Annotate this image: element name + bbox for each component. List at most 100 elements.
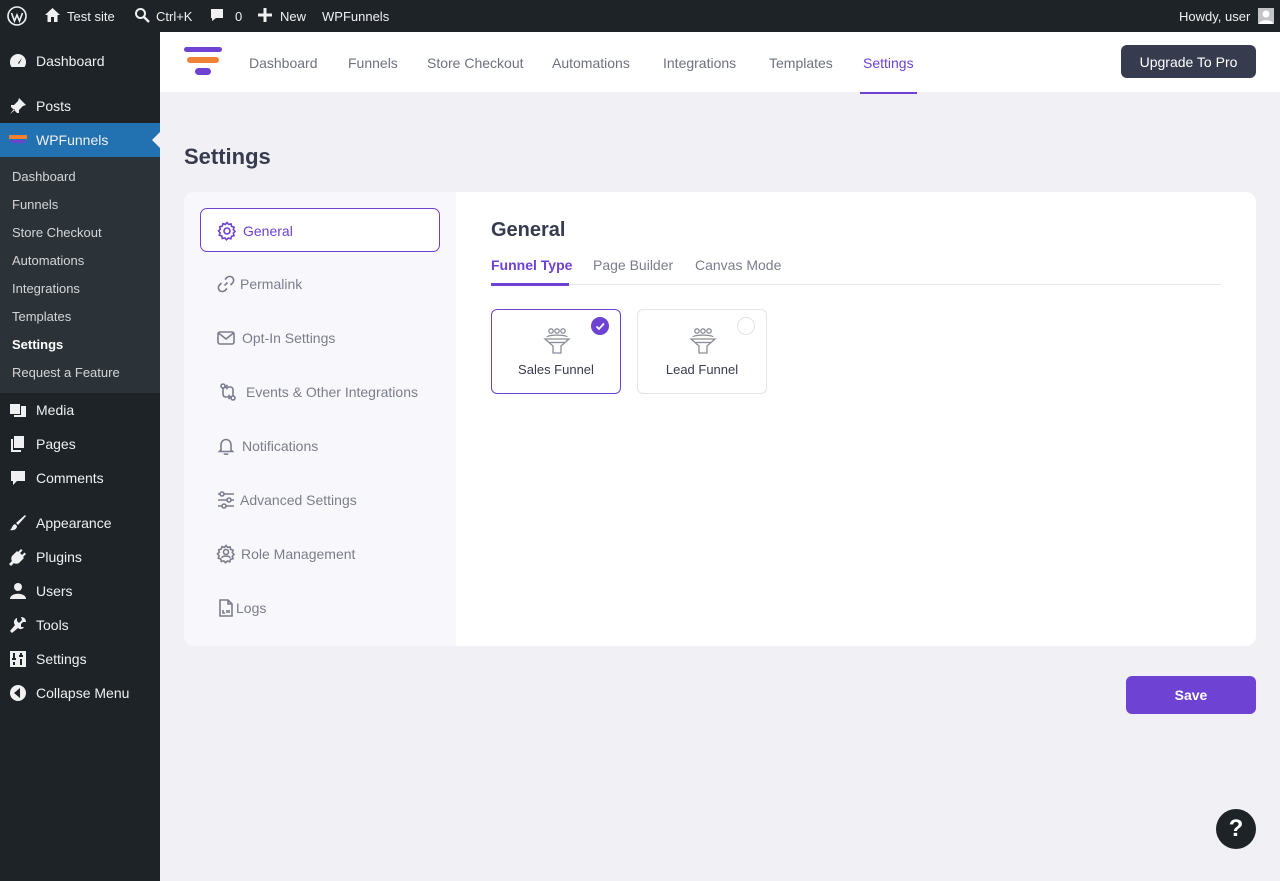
new-content-link[interactable]: New — [258, 0, 306, 32]
sidebar-item-pages[interactable]: Pages — [0, 427, 160, 461]
mail-icon — [216, 328, 236, 348]
home-icon — [44, 7, 61, 26]
funnel-type-card-lead[interactable]: Lead Funnel — [637, 309, 767, 394]
settings-tab-optin[interactable]: Opt-In Settings — [200, 316, 440, 360]
wpfunnels-submenu: Dashboard Funnels Store Checkout Automat… — [0, 157, 160, 393]
settings-tab-notifications[interactable]: Notifications — [200, 424, 440, 468]
comments-count: 0 — [235, 8, 243, 24]
settings-tab-label: Notifications — [242, 438, 319, 454]
sidebar-item-label: Comments — [36, 470, 104, 486]
inner-tab-funnel-type[interactable]: Funnel Type — [491, 257, 572, 273]
settings-tab-label: Opt-In Settings — [242, 330, 336, 346]
submenu-item-request-feature[interactable]: Request a Feature — [12, 365, 120, 380]
sidebar-item-dashboard[interactable]: Dashboard — [0, 44, 160, 78]
wordpress-logo-icon[interactable] — [7, 0, 27, 32]
dashboard-icon — [9, 52, 27, 70]
collapse-menu-button[interactable]: Collapse Menu — [0, 676, 160, 710]
nav-store-checkout[interactable]: Store Checkout — [427, 55, 524, 71]
sidebar-item-label: Posts — [36, 98, 72, 114]
sidebar-item-label: Users — [36, 583, 73, 599]
sidebar-item-label: Tools — [36, 617, 69, 633]
nav-templates[interactable]: Templates — [769, 55, 833, 71]
search-shortcut[interactable]: Ctrl+K — [134, 0, 192, 32]
submenu-item-dashboard[interactable]: Dashboard — [12, 169, 76, 184]
sliders-icon — [216, 490, 236, 510]
bell-icon — [216, 436, 236, 456]
user-icon — [9, 582, 27, 600]
save-button[interactable]: Save — [1126, 676, 1256, 714]
comment-icon — [209, 7, 225, 26]
sidebar-item-media[interactable]: Media — [0, 393, 160, 427]
media-icon — [9, 401, 27, 419]
help-button[interactable]: ? — [1216, 809, 1256, 849]
wpfunnels-admin-link[interactable]: WPFunnels — [322, 0, 389, 32]
search-shortcut-label: Ctrl+K — [156, 8, 193, 24]
collapse-icon — [9, 684, 27, 702]
nav-settings[interactable]: Settings — [863, 55, 914, 71]
funnel-icon — [542, 327, 572, 355]
wpfunnels-logo[interactable] — [184, 47, 222, 77]
submenu-item-funnels[interactable]: Funnels — [12, 197, 58, 212]
wpfunnels-icon — [9, 131, 27, 149]
settings-tab-permalink[interactable]: Permalink — [200, 262, 440, 306]
upgrade-to-pro-button[interactable]: Upgrade To Pro — [1121, 45, 1256, 78]
admin-sidebar: Dashboard Posts WPFunnels Dashboard Funn… — [0, 32, 160, 881]
inner-tab-canvas-mode[interactable]: Canvas Mode — [695, 257, 781, 273]
unselected-radio — [737, 317, 755, 335]
sidebar-item-label: Settings — [36, 651, 87, 667]
inner-tab-page-builder[interactable]: Page Builder — [593, 257, 673, 273]
search-icon — [134, 7, 150, 26]
avatar — [1258, 8, 1275, 24]
brush-icon — [9, 514, 27, 532]
sidebar-item-label: Media — [36, 402, 75, 418]
submenu-item-store-checkout[interactable]: Store Checkout — [12, 225, 102, 240]
sidebar-item-users[interactable]: Users — [0, 574, 160, 608]
settings-tab-label: Permalink — [240, 276, 303, 292]
funnel-type-label: Lead Funnel — [665, 362, 739, 377]
settings-tab-logs[interactable]: Logs — [200, 586, 440, 630]
file-icon — [216, 598, 236, 618]
sidebar-item-posts[interactable]: Posts — [0, 89, 160, 123]
comments-link[interactable]: 0 — [209, 0, 242, 32]
page-title: Settings — [184, 144, 271, 169]
nav-active-underline — [860, 92, 917, 94]
nav-automations[interactable]: Automations — [552, 55, 630, 71]
nav-funnels[interactable]: Funnels — [348, 55, 398, 71]
sidebar-item-label: Plugins — [36, 549, 82, 565]
plugin-top-nav: Dashboard Funnels Store Checkout Automat… — [160, 32, 1280, 94]
submenu-item-integrations[interactable]: Integrations — [12, 281, 80, 296]
sidebar-item-comments[interactable]: Comments — [0, 461, 160, 495]
funnel-type-label: Sales Funnel — [518, 362, 594, 377]
greeting-label: Howdy, user — [1179, 8, 1251, 24]
nav-integrations[interactable]: Integrations — [663, 55, 736, 71]
nav-dashboard[interactable]: Dashboard — [249, 55, 318, 71]
comment-icon — [9, 469, 27, 487]
settings-tab-label: Role Management — [241, 546, 356, 562]
integration-icon — [218, 382, 238, 402]
link-icon — [216, 274, 236, 294]
my-account-link[interactable]: Howdy, user — [1179, 0, 1275, 32]
submenu-item-templates[interactable]: Templates — [12, 309, 71, 324]
funnel-icon — [688, 327, 718, 355]
funnel-type-card-sales[interactable]: Sales Funnel — [491, 309, 621, 394]
pin-icon — [9, 97, 27, 115]
sidebar-item-plugins[interactable]: Plugins — [0, 540, 160, 574]
submenu-item-settings[interactable]: Settings — [12, 337, 63, 352]
site-name-link[interactable]: Test site — [44, 0, 115, 32]
sidebar-item-wpfunnels[interactable]: WPFunnels — [0, 123, 160, 157]
submenu-item-automations[interactable]: Automations — [12, 253, 84, 268]
sidebar-item-settings[interactable]: Settings — [0, 642, 160, 676]
settings-tab-general[interactable]: General — [200, 208, 440, 252]
user-gear-icon — [216, 544, 236, 564]
settings-tab-label: Logs — [236, 600, 267, 616]
sidebar-item-appearance[interactable]: Appearance — [0, 506, 160, 540]
sidebar-item-tools[interactable]: Tools — [0, 608, 160, 642]
settings-tab-role-management[interactable]: Role Management — [200, 532, 440, 576]
inner-tab-active-underline — [491, 283, 569, 286]
settings-tab-advanced[interactable]: Advanced Settings — [200, 478, 440, 522]
settings-tab-events-integrations[interactable]: Events & Other Integrations — [200, 370, 440, 414]
sidebar-item-label: Pages — [36, 436, 76, 452]
settings-tab-label: Events & Other Integrations — [246, 384, 418, 400]
gear-icon — [217, 221, 237, 241]
inner-tabs-divider — [491, 284, 1221, 285]
